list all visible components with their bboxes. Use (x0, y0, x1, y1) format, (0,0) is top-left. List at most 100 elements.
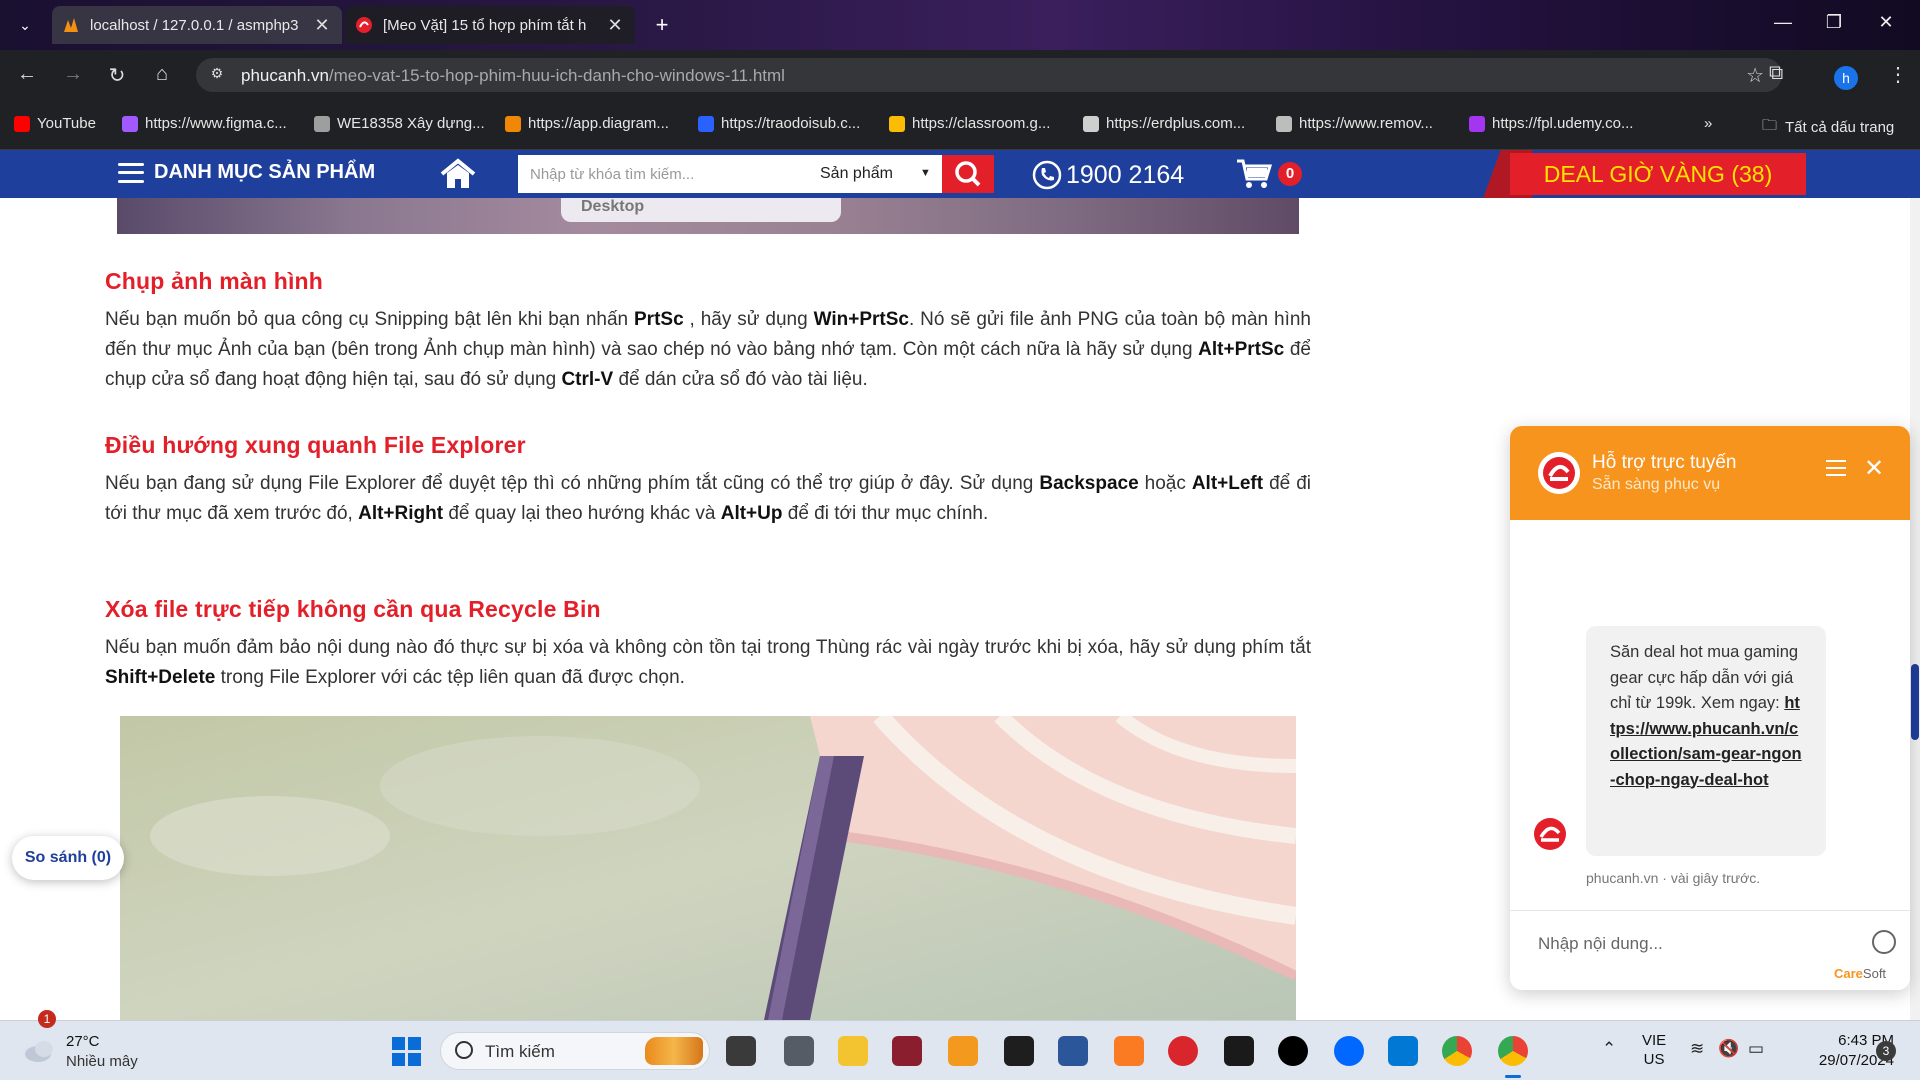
search-highlight-icon (645, 1037, 703, 1065)
bookmark-udemy[interactable]: https://fpl.udemy.co... (1469, 115, 1633, 132)
vscode-icon[interactable] (1388, 1036, 1418, 1066)
url-text[interactable]: phucanh.vn/meo-vat-15-to-hop-phim-huu-ic… (241, 66, 785, 86)
tiktok-icon[interactable] (1278, 1036, 1308, 1066)
more-bookmarks-icon[interactable]: » (1704, 115, 1712, 132)
bookmark-traodoisub[interactable]: https://traodoisub.c... (698, 115, 860, 132)
cart-count-badge: 0 (1278, 162, 1302, 186)
phpmyadmin-icon (64, 18, 78, 32)
product-menu-button[interactable]: DANH MỤC SẢN PHẨM (118, 161, 375, 184)
dropdown-arrow-icon[interactable]: ▼ (920, 167, 931, 179)
minimize-icon[interactable]: — (1763, 12, 1803, 33)
page-icon (314, 115, 330, 132)
bookmark-removebg[interactable]: https://www.remov... (1276, 115, 1433, 132)
chat-input[interactable]: Nhập nội dung... (1538, 934, 1663, 954)
bookmark-classroom[interactable]: https://classroom.g... (889, 115, 1050, 132)
tab-title: [Meo Vặt] 15 tổ hợp phím tắt h (383, 16, 587, 34)
chat-subtitle: Sẵn sàng phục vụ (1592, 476, 1721, 493)
bookmark-erdplus[interactable]: https://erdplus.com... (1083, 115, 1245, 132)
all-bookmarks-button[interactable]: 🗀 Tất cả dấu trang (1762, 115, 1894, 140)
chat-header: Hỗ trợ trực tuyến Sẵn sàng phục vụ ✕ (1510, 426, 1910, 520)
input-language[interactable]: VIE US (1642, 1031, 1666, 1069)
deal-gio-vang-button[interactable]: DEAL GIỜ VÀNG (38) (1510, 153, 1806, 195)
home-link-icon[interactable] (438, 158, 478, 190)
active-app-indicator (1505, 1075, 1521, 1078)
tab-title: localhost / 127.0.0.1 / asmphp3 (90, 16, 299, 34)
bookmark-diagram[interactable]: https://app.diagram... (505, 115, 669, 132)
windows-start-icon[interactable] (392, 1037, 422, 1067)
chat-close-icon[interactable]: ✕ (1864, 454, 1884, 483)
address-bar[interactable]: ⚙ phucanh.vn/meo-vat-15-to-hop-phim-huu-… (196, 58, 1782, 92)
task-view-icon[interactable] (726, 1036, 756, 1066)
word-icon[interactable] (1058, 1036, 1088, 1066)
notification-count-badge[interactable]: 3 (1876, 1041, 1896, 1061)
search-button[interactable] (942, 155, 994, 193)
section-heading: Chụp ảnh màn hình (105, 268, 324, 294)
compare-button[interactable]: So sánh (0) (12, 836, 124, 880)
bookmark-youtube[interactable]: YouTube (14, 115, 96, 132)
search-icon (955, 161, 981, 187)
back-icon[interactable]: ← (12, 63, 42, 86)
profile-avatar[interactable]: h (1834, 66, 1858, 90)
menu-icon (118, 162, 144, 183)
section-paragraph: Nếu bạn đang sử dụng File Explorer để du… (105, 473, 1311, 524)
cart-icon[interactable] (1236, 158, 1272, 190)
page-scrollbar[interactable] (1910, 198, 1920, 1020)
scrollbar-thumb[interactable] (1911, 664, 1919, 740)
drawio-icon (505, 115, 521, 132)
tab-search-button[interactable]: ⌄ (10, 12, 40, 38)
section-paragraph: Nếu bạn muốn bỏ qua công cụ Snipping bật… (105, 309, 1311, 390)
home-icon[interactable]: ⌂ (147, 63, 177, 86)
article-image-top: Desktop (117, 198, 1299, 234)
site-info-icon[interactable]: ⚙ (206, 65, 228, 85)
close-tab-icon[interactable]: ✕ (312, 15, 332, 36)
emoji-icon[interactable] (1872, 930, 1896, 954)
figma-app-icon[interactable] (1004, 1036, 1034, 1066)
browser-tab-strip: ⌄ localhost / 127.0.0.1 / asmphp3 ✕ [Meo… (0, 0, 1920, 50)
bookmark-we18358[interactable]: WE18358 Xây dựng... (314, 115, 485, 132)
tab-localhost[interactable]: localhost / 127.0.0.1 / asmphp3 ✕ (52, 6, 342, 44)
winrar-icon[interactable] (892, 1036, 922, 1066)
hotline[interactable]: 1900 2164 (1032, 160, 1184, 190)
extensions-icon[interactable]: ⧉ (1769, 62, 1783, 85)
tab-phucanh[interactable]: [Meo Vặt] 15 tổ hợp phím tắt h ✕ (345, 6, 635, 44)
chrome-icon[interactable] (1442, 1036, 1472, 1066)
bookmark-figma[interactable]: https://www.figma.c... (122, 115, 287, 132)
chat-message-meta: phucanh.vn · vài giây trước. (1586, 870, 1761, 886)
wifi-icon[interactable]: ≋ (1690, 1039, 1704, 1059)
forward-icon[interactable]: → (58, 63, 88, 86)
file-explorer-icon[interactable] (838, 1036, 868, 1066)
erdplus-icon (1083, 115, 1099, 132)
section-screenshot: Chụp ảnh màn hình Nếu bạn muốn bỏ qua cô… (105, 268, 1311, 395)
show-hidden-icons[interactable]: ⌃ (1602, 1039, 1616, 1059)
close-tab-icon[interactable]: ✕ (605, 15, 625, 36)
zalo-icon[interactable] (1334, 1036, 1364, 1066)
taskbar-search[interactable]: Tìm kiếm (440, 1032, 710, 1070)
recorder-icon[interactable] (1168, 1036, 1198, 1066)
agent-avatar-icon (1530, 814, 1570, 854)
restore-icon[interactable]: ❐ (1814, 12, 1854, 33)
chat-menu-icon[interactable] (1826, 460, 1846, 476)
bookmarks-bar: YouTube https://www.figma.c... WE18358 X… (0, 100, 1920, 150)
reload-icon[interactable]: ↻ (102, 63, 132, 88)
search-category-select[interactable]: Sản phẩm (820, 165, 893, 183)
chrome-profile-icon[interactable] (1498, 1036, 1528, 1066)
app-cube-icon[interactable] (784, 1036, 814, 1066)
browser-menu-icon[interactable]: ⋮ (1888, 62, 1908, 87)
bookmark-star-icon[interactable]: ☆ (1746, 63, 1764, 88)
search-input[interactable] (518, 155, 808, 193)
close-window-icon[interactable]: ✕ (1866, 12, 1906, 33)
weather-alert-badge: 1 (38, 1010, 56, 1028)
temperature[interactable]: 27°C (66, 1033, 100, 1050)
weather-condition[interactable]: Nhiều mây (66, 1053, 138, 1070)
windows-taskbar: 27°C Nhiều mây Tìm kiếm ⌃ VIE US ≋ 🔇 ▭ 6:… (0, 1020, 1920, 1080)
pdf-app-icon[interactable] (948, 1036, 978, 1066)
battery-icon[interactable]: ▭ (1748, 1039, 1764, 1059)
search-icon (455, 1041, 473, 1059)
xampp-icon[interactable] (1114, 1036, 1144, 1066)
capcut-icon[interactable] (1224, 1036, 1254, 1066)
volume-muted-icon[interactable]: 🔇 (1718, 1039, 1739, 1059)
cloudy-weather-icon[interactable] (22, 1035, 58, 1065)
desktop-preview-card: Desktop (561, 198, 841, 222)
phucanh-logo-icon (356, 17, 372, 33)
new-tab-button[interactable]: + (648, 12, 676, 40)
